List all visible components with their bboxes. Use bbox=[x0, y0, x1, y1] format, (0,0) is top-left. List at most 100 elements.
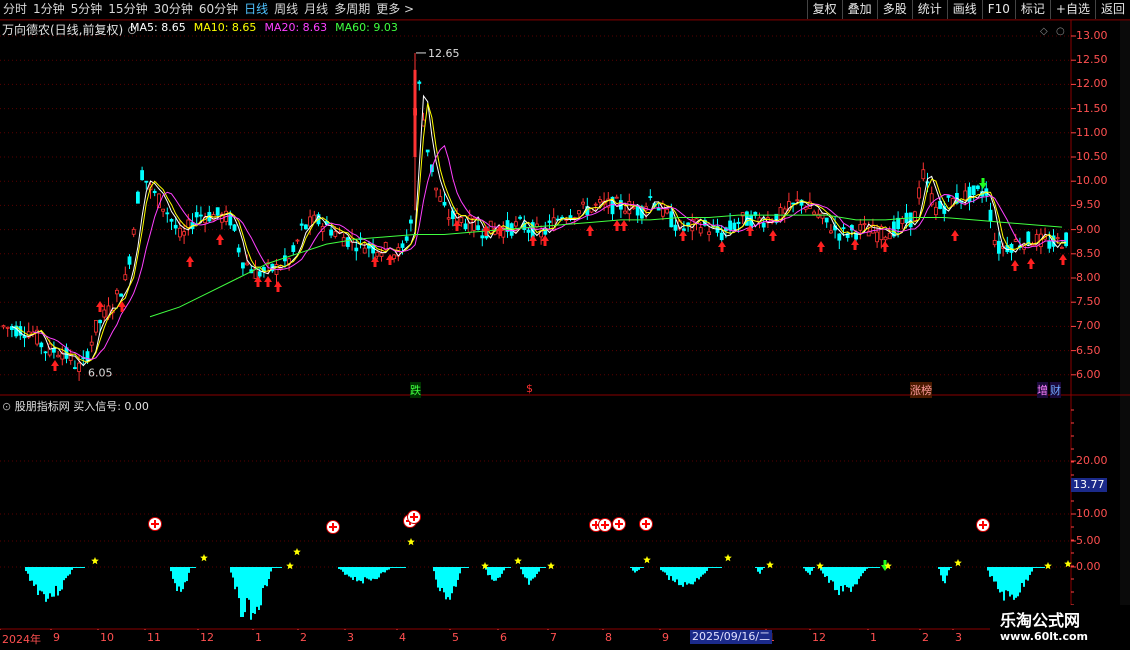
candle-body bbox=[896, 217, 900, 230]
candle-body bbox=[707, 231, 711, 235]
sell-arrow-icon bbox=[817, 241, 825, 252]
candle-body bbox=[778, 207, 783, 220]
indicator-bar bbox=[250, 567, 252, 620]
indicator-bar bbox=[842, 567, 844, 592]
sell-arrow-icon bbox=[851, 239, 859, 250]
diamond-icon: ◇ bbox=[1040, 26, 1048, 37]
indicator-bar bbox=[700, 567, 702, 577]
indicator-bar bbox=[638, 567, 640, 570]
indicator-bar bbox=[686, 567, 688, 585]
indicator-bar bbox=[79, 567, 81, 568]
indicator-bar bbox=[1021, 567, 1023, 584]
chevron-down-icon[interactable]: ⊙ bbox=[2, 400, 15, 413]
indicator-bar bbox=[672, 567, 674, 581]
candle-body bbox=[404, 236, 409, 241]
indicator-bar bbox=[400, 567, 402, 568]
indicator-bar bbox=[352, 567, 354, 580]
candle-body bbox=[73, 367, 77, 369]
indicator-bar bbox=[763, 567, 765, 568]
price-tick-label: 10.00 bbox=[1076, 174, 1108, 188]
indicator-bar bbox=[1025, 567, 1027, 580]
date-tick-label: 3 bbox=[955, 631, 962, 644]
indicator-bar bbox=[824, 567, 826, 577]
event-label[interactable]: 财 bbox=[1050, 382, 1061, 398]
date-tick-label: 2 bbox=[922, 631, 929, 644]
star-icon bbox=[514, 557, 522, 565]
sell-arrow-icon bbox=[274, 281, 282, 292]
sell-arrow-icon bbox=[186, 256, 194, 267]
price-tick-label: 8.00 bbox=[1076, 271, 1101, 284]
candlestick-chart[interactable]: 12.65 6.05 ◇ ○ bbox=[0, 0, 1130, 630]
indicator-bar bbox=[706, 567, 708, 571]
event-label[interactable]: $ bbox=[526, 382, 533, 395]
candle-body bbox=[900, 218, 905, 225]
candle-body bbox=[732, 222, 737, 230]
candle-body bbox=[963, 190, 968, 201]
candle-body bbox=[820, 212, 825, 219]
indicator-bar bbox=[1031, 567, 1033, 572]
indicator-bar bbox=[1003, 567, 1005, 601]
low-price-label: 6.05 bbox=[88, 366, 113, 379]
indicator-bar bbox=[272, 567, 274, 568]
indicator-bar bbox=[188, 567, 190, 573]
indicator-bar bbox=[874, 567, 876, 568]
indicator-bar bbox=[509, 567, 511, 568]
indicator-bar bbox=[809, 567, 811, 575]
indicator-bar bbox=[489, 567, 491, 575]
indicator-bar bbox=[1001, 567, 1003, 592]
event-label[interactable]: 跌 bbox=[410, 382, 421, 398]
sell-arrow-icon bbox=[613, 220, 621, 231]
candle-body bbox=[417, 81, 422, 84]
indicator-bar bbox=[270, 567, 272, 572]
sell-arrow-icon bbox=[1059, 254, 1067, 265]
indicator-bar bbox=[386, 567, 388, 571]
candle-body bbox=[761, 222, 766, 228]
candle-body bbox=[257, 271, 262, 277]
indicator-bar bbox=[346, 567, 348, 575]
candle-body bbox=[173, 224, 178, 229]
candle-body bbox=[43, 351, 48, 354]
indicator-bar bbox=[356, 567, 358, 582]
indicator-bar bbox=[380, 567, 382, 574]
indicator-bar bbox=[194, 567, 196, 568]
candle-body bbox=[946, 195, 951, 198]
candle-body bbox=[1026, 231, 1031, 245]
candle-body bbox=[480, 235, 485, 239]
indicator-bar bbox=[451, 567, 453, 594]
indicator-bar bbox=[190, 567, 192, 568]
indicator-bar bbox=[236, 567, 238, 587]
indicator-bar bbox=[73, 567, 75, 568]
date-tick-label: 6 bbox=[500, 631, 507, 644]
candle-body bbox=[837, 233, 842, 241]
indicator-bar bbox=[497, 567, 499, 578]
event-label[interactable]: 增 bbox=[1037, 382, 1048, 398]
event-label[interactable]: 涨榜 bbox=[910, 382, 932, 398]
candle-body bbox=[379, 252, 384, 257]
indicator-bar bbox=[642, 567, 644, 568]
indicator-bar bbox=[1043, 567, 1045, 568]
indicator-bar bbox=[1037, 567, 1039, 568]
candle-body bbox=[917, 187, 921, 199]
date-tick-label: 2 bbox=[300, 631, 307, 644]
indicator-bar bbox=[246, 567, 248, 599]
candle-body bbox=[1055, 237, 1060, 240]
high-price-label: 12.65 bbox=[428, 47, 460, 60]
indicator-bar bbox=[507, 567, 509, 568]
star-icon bbox=[407, 538, 415, 546]
indicator-bar bbox=[47, 567, 49, 599]
indicator-bar bbox=[459, 567, 461, 574]
indicator-bar bbox=[940, 567, 942, 576]
candle-body bbox=[240, 262, 245, 269]
candle-body bbox=[245, 262, 250, 266]
ma5-line bbox=[11, 94, 1067, 367]
indicator-bar bbox=[499, 567, 501, 578]
indicator-bar bbox=[45, 567, 47, 602]
indicator-bar bbox=[536, 567, 538, 574]
sell-arrow-icon bbox=[881, 241, 889, 252]
indicator-bar bbox=[35, 567, 37, 585]
candle-body bbox=[291, 245, 296, 252]
indicator-bar bbox=[684, 567, 686, 583]
indicator-bar bbox=[358, 567, 360, 581]
indicator-bar bbox=[1033, 567, 1035, 568]
indicator-bar bbox=[950, 567, 952, 568]
